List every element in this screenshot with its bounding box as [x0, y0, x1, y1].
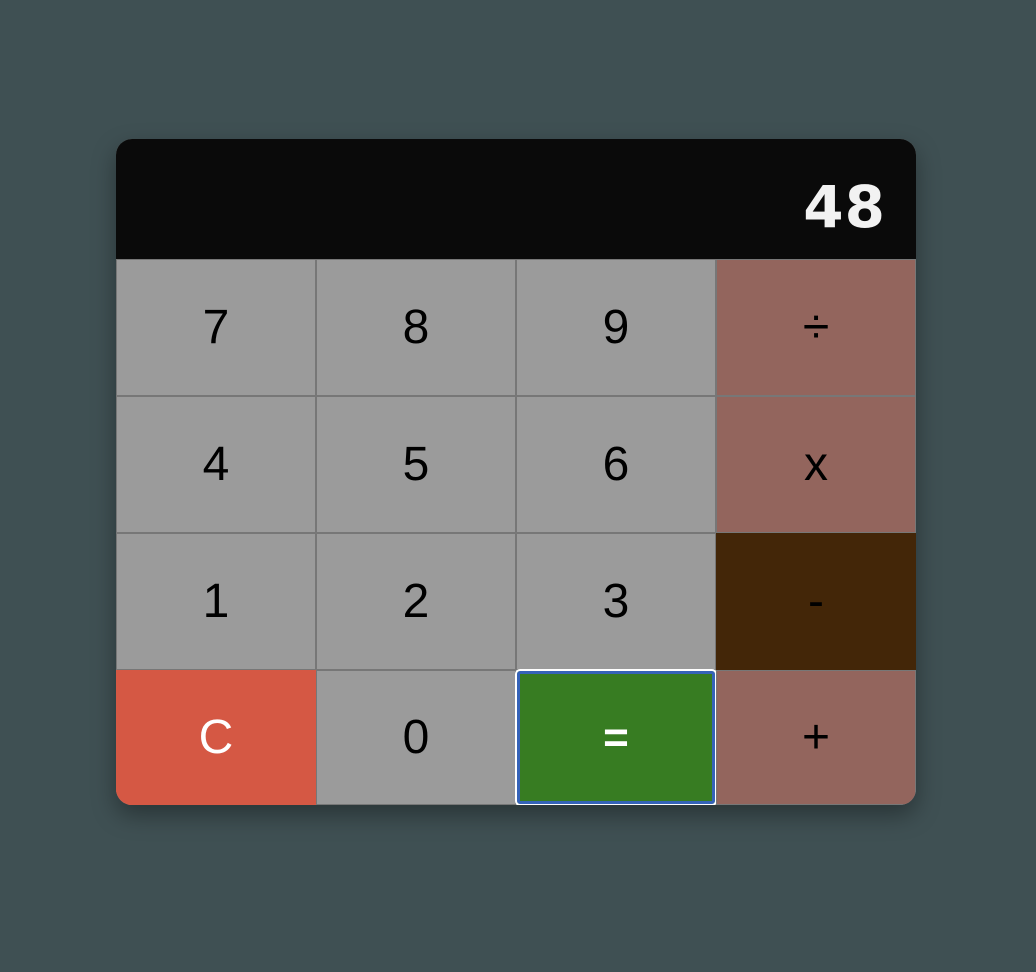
key-6[interactable]: 6 [516, 396, 716, 533]
clear-button[interactable]: C [116, 670, 316, 805]
divide-button[interactable]: ÷ [716, 259, 916, 396]
key-7[interactable]: 7 [116, 259, 316, 396]
key-4[interactable]: 4 [116, 396, 316, 533]
equals-button[interactable]: = [515, 669, 717, 805]
keypad: 7 8 9 ÷ 4 5 6 x 1 2 3 - C 0 = + [116, 259, 916, 805]
calculator: 48 7 8 9 ÷ 4 5 6 x 1 2 3 - C 0 = + [116, 139, 916, 805]
key-9[interactable]: 9 [516, 259, 716, 396]
subtract-button[interactable]: - [716, 533, 916, 670]
multiply-button[interactable]: x [716, 396, 916, 533]
display-value: 48 [803, 173, 886, 241]
key-1[interactable]: 1 [116, 533, 316, 670]
calculator-display: 48 [116, 139, 916, 259]
key-2[interactable]: 2 [316, 533, 516, 670]
key-0[interactable]: 0 [316, 670, 516, 805]
add-button[interactable]: + [716, 670, 916, 805]
key-5[interactable]: 5 [316, 396, 516, 533]
key-8[interactable]: 8 [316, 259, 516, 396]
key-3[interactable]: 3 [516, 533, 716, 670]
